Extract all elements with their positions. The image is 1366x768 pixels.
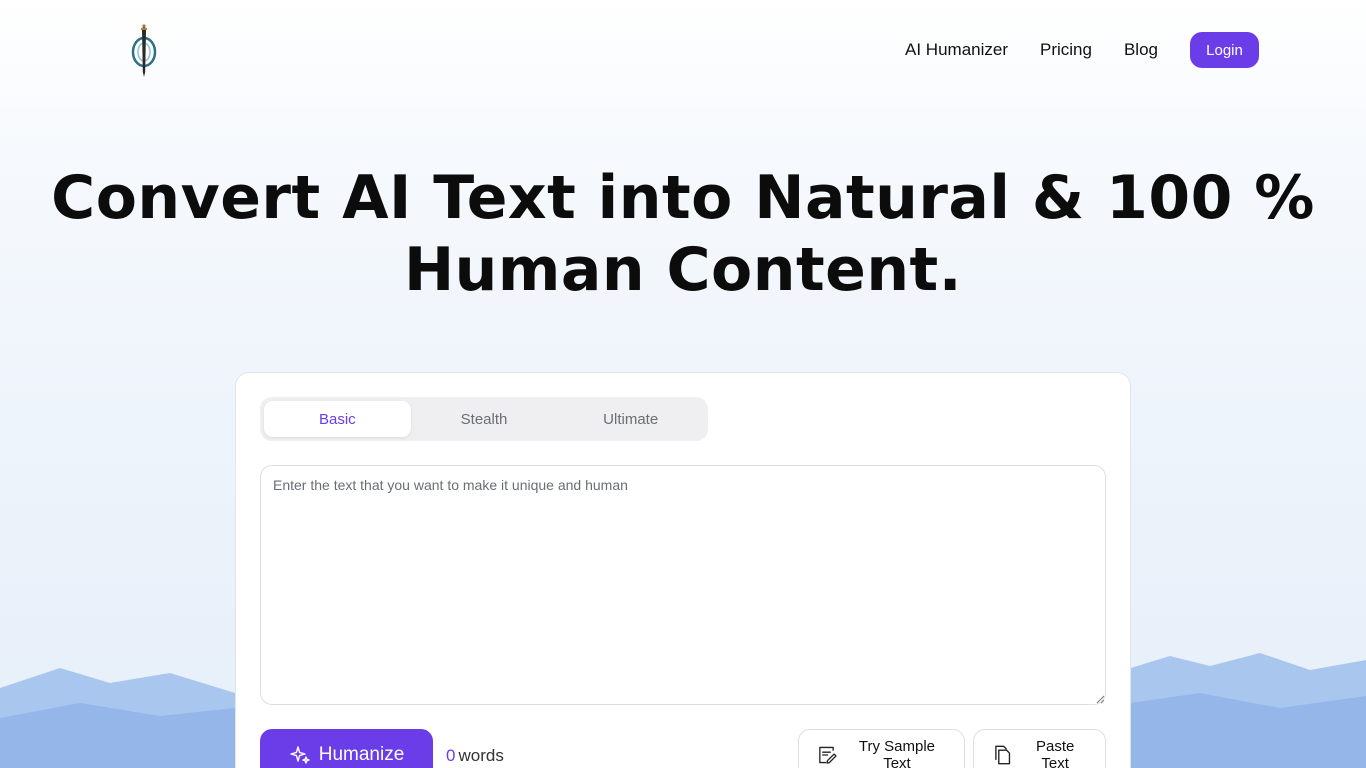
nav-link-pricing[interactable]: Pricing [1040, 40, 1092, 60]
tab-stealth[interactable]: Stealth [411, 401, 558, 437]
copy-icon [995, 745, 1011, 765]
nav-link-blog[interactable]: Blog [1124, 40, 1158, 60]
input-textarea[interactable] [260, 465, 1106, 705]
main-nav: AI Humanizer Pricing Blog Login [905, 32, 1259, 68]
compass-sword-logo[interactable] [128, 22, 160, 78]
mode-tabs: Basic Stealth Ultimate [260, 397, 708, 441]
word-count-unit: words [458, 746, 504, 765]
paste-text-button[interactable]: Paste Text [973, 729, 1106, 768]
login-button[interactable]: Login [1190, 32, 1259, 68]
nav-link-ai-humanizer[interactable]: AI Humanizer [905, 40, 1008, 60]
tab-ultimate[interactable]: Ultimate [557, 401, 704, 437]
humanize-button[interactable]: Humanize [260, 729, 433, 768]
paste-text-label: Paste Text [1035, 738, 1075, 768]
try-sample-text-button[interactable]: Try Sample Text [798, 729, 965, 768]
word-count: 0 words [446, 746, 504, 766]
humanizer-card: Basic Stealth Ultimate Humanize 0words T… [235, 372, 1131, 768]
try-sample-text-label: Try Sample Text [858, 738, 936, 768]
word-count-number: 0 [446, 746, 456, 765]
humanize-label: Humanize [318, 744, 405, 765]
edit-document-icon [819, 746, 837, 764]
resize-grip-icon[interactable] [1096, 695, 1105, 704]
hero-title: Convert AI Text into Natural & 100 % Hum… [0, 162, 1366, 306]
hero-title-line-2: Human Content. [403, 235, 963, 305]
sparkles-icon [290, 746, 310, 764]
hero-title-line-1: Convert AI Text into Natural & 100 % [51, 163, 1315, 233]
tab-basic[interactable]: Basic [264, 401, 411, 437]
site-header: AI Humanizer Pricing Blog Login [0, 0, 1366, 100]
